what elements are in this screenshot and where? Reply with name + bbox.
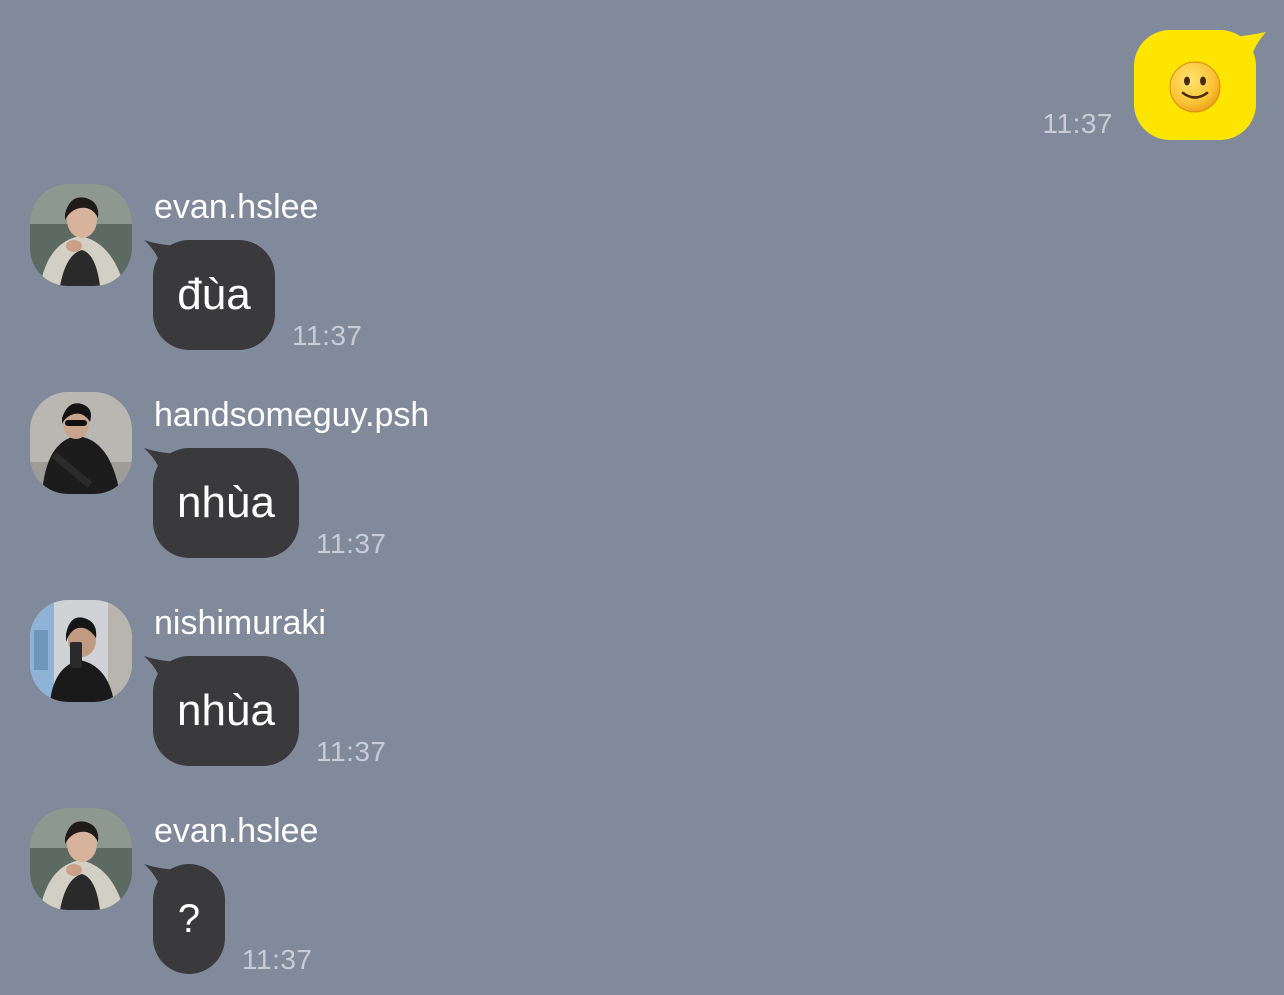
message-text: nhùa (177, 686, 275, 735)
sender-name[interactable]: evan.hslee (154, 188, 318, 227)
slightly-smiling-face-emoji-icon[interactable] (1168, 60, 1222, 114)
avatar-photo-icon (30, 808, 132, 910)
message-group: nishimuraki nhùa 11:37 (0, 600, 1284, 780)
incoming-bubble[interactable]: nhùa (153, 656, 299, 766)
avatar-photo-icon (30, 392, 132, 494)
avatar[interactable] (30, 392, 132, 494)
message-timestamp: 11:37 (292, 320, 363, 351)
avatar[interactable] (30, 184, 132, 286)
message-timestamp: 11:37 (316, 528, 387, 559)
message-timestamp: 11:37 (316, 736, 387, 767)
message-text: nhùa (177, 478, 275, 527)
message-group: handsomeguy.psh nhùa 11:37 (0, 392, 1284, 572)
message-group: evan.hslee ? 11:37 (0, 808, 1284, 988)
message-text: ? (177, 896, 201, 941)
incoming-bubble[interactable]: nhùa (153, 448, 299, 558)
avatar[interactable] (30, 600, 132, 702)
incoming-bubble[interactable]: ? (153, 864, 225, 974)
sender-name[interactable]: nishimuraki (154, 604, 326, 643)
message-timestamp: 11:37 (1042, 108, 1113, 139)
avatar[interactable] (30, 808, 132, 910)
message-timestamp: 11:37 (242, 944, 313, 975)
outgoing-message: 11:37 (0, 0, 1284, 150)
avatar-photo-icon (30, 600, 132, 702)
incoming-bubble[interactable]: đùa (153, 240, 275, 350)
sender-name[interactable]: handsomeguy.psh (154, 396, 429, 435)
message-text: đùa (177, 270, 251, 319)
chat-message-list[interactable]: 11:37 evan.hslee đùa 11:37 handsomeguy.p… (0, 0, 1284, 995)
sender-name[interactable]: evan.hslee (154, 812, 318, 851)
message-group: evan.hslee đùa 11:37 (0, 184, 1284, 364)
avatar-photo-icon (30, 184, 132, 286)
